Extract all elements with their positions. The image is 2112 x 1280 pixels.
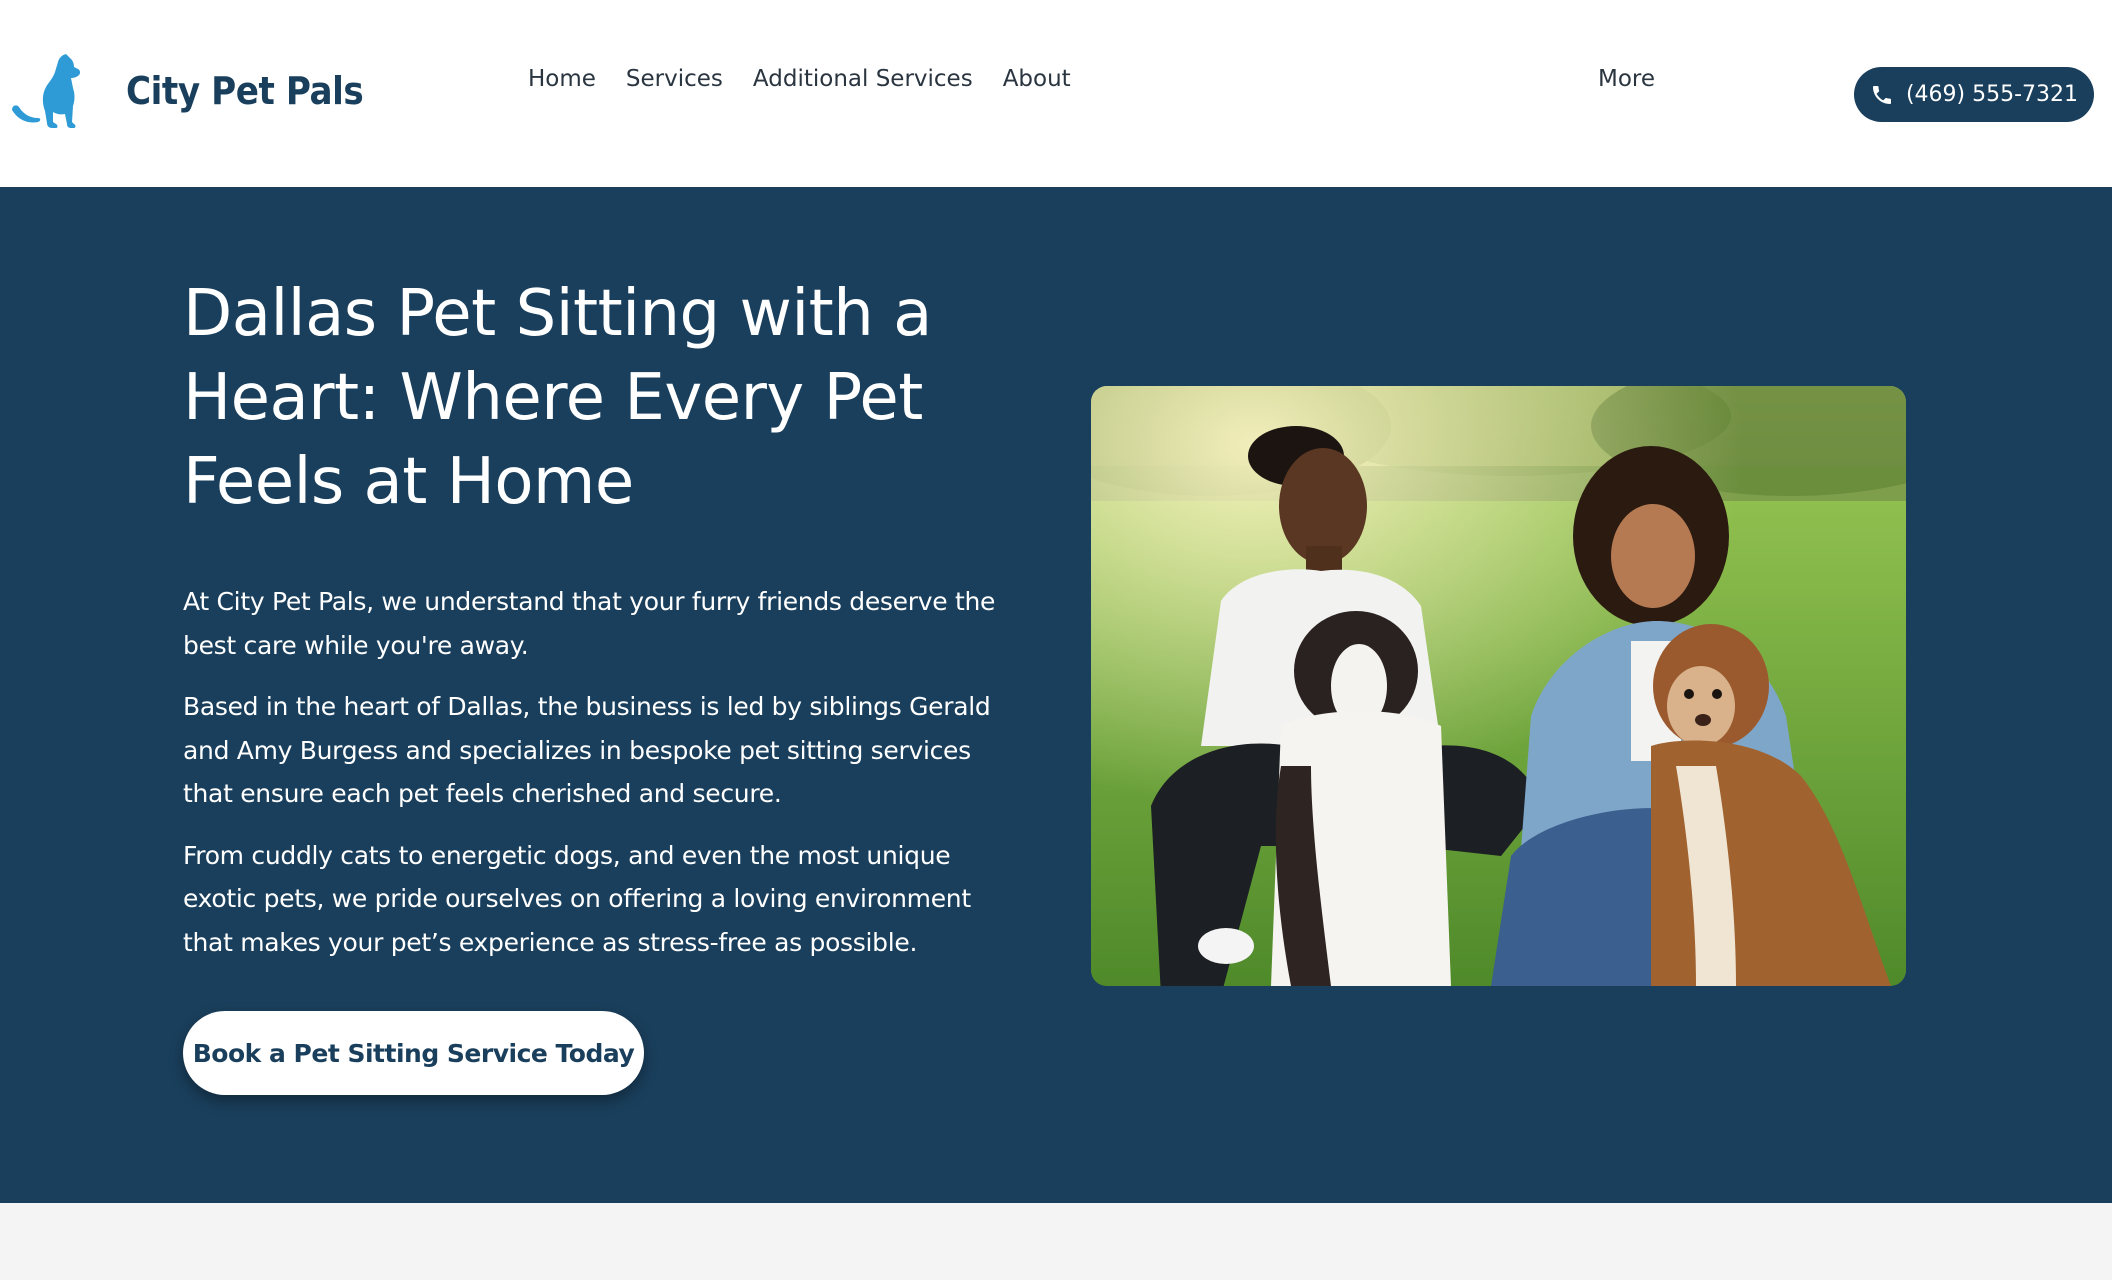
brand-logo[interactable]: City Pet Pals [10,52,390,130]
nav-link-services[interactable]: Services [626,66,723,92]
hero-section: Dallas Pet Sitting with a Heart: Where E… [0,187,2112,1203]
brand-name: City Pet Pals [126,69,364,113]
phone-number: (469) 555-7321 [1905,82,2079,107]
hero-photo [1091,386,1906,986]
phone-call-button[interactable]: (469) 555-7321 [1854,67,2094,122]
nav-link-home[interactable]: Home [528,66,596,92]
hero-description: At City Pet Pals, we understand that you… [183,580,1013,982]
nav-link-additional-services[interactable]: Additional Services [753,66,973,92]
site-header: City Pet Pals Home Services Additional S… [0,0,2112,187]
owners-with-dogs-photo [1091,386,1906,986]
dog-cat-logo-icon [12,54,81,128]
book-service-button[interactable]: Book a Pet Sitting Service Today [183,1011,644,1095]
hero-paragraph-1: At City Pet Pals, we understand that you… [183,587,996,660]
main-nav: Home Services Additional Services About [528,66,1071,92]
nav-link-about[interactable]: About [1003,66,1071,92]
hero-paragraph-2: Based in the heart of Dallas, the busine… [183,692,991,808]
hero-paragraph-3: From cuddly cats to energetic dogs, and … [183,840,971,957]
next-section [0,1203,2112,1280]
nav-more-menu[interactable]: More [1598,66,1655,92]
hero-title: Dallas Pet Sitting with a Heart: Where E… [183,277,932,519]
phone-icon [1872,85,1891,104]
